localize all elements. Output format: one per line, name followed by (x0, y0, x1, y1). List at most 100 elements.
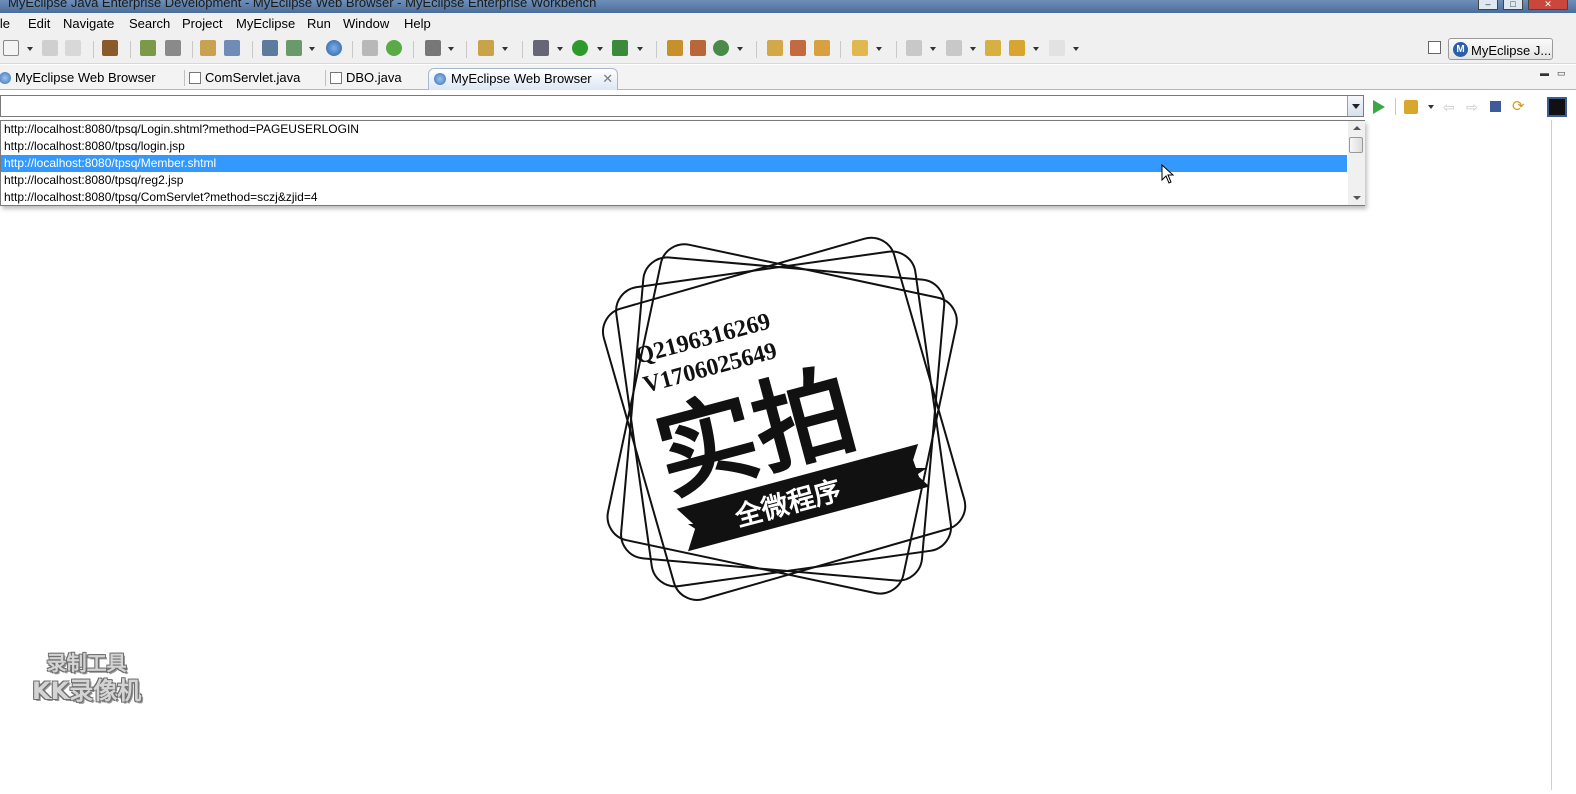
maximize-button[interactable]: □ (1503, 0, 1523, 10)
mouse-cursor-icon (1161, 164, 1175, 184)
chevron-down-icon[interactable] (637, 47, 643, 51)
menu-edit[interactable]: Edit (28, 16, 50, 31)
globe-icon[interactable] (326, 40, 342, 56)
url-input[interactable] (1, 96, 1341, 116)
menu-myeclipse[interactable]: MyEclipse (236, 16, 295, 31)
save-icon[interactable] (42, 40, 58, 56)
chevron-down-icon[interactable] (597, 47, 603, 51)
chevron-down-icon[interactable] (1073, 47, 1079, 51)
history-item[interactable]: http://localhost:8080/tpsq/login.jsp (1, 138, 1347, 155)
deploy-icon[interactable] (200, 40, 216, 56)
browser-edge-line (1551, 120, 1552, 790)
history-item-selected[interactable]: http://localhost:8080/tpsq/Member.shtml (1, 155, 1347, 172)
minimize-view-icon[interactable]: ▬ (1540, 68, 1549, 78)
chevron-down-icon[interactable] (737, 47, 743, 51)
next-annotation-icon[interactable] (906, 40, 922, 56)
run-icon[interactable] (572, 40, 588, 56)
tab-comservlet-java[interactable]: ComServlet.java (187, 68, 300, 90)
perspective-switcher[interactable]: M MyEclipse J... (1448, 38, 1553, 60)
last-edit-icon[interactable] (985, 40, 1001, 56)
favorites-icon[interactable] (1404, 100, 1418, 114)
menu-search[interactable]: Search (129, 16, 170, 31)
back-icon[interactable]: ⇦ (1443, 100, 1457, 114)
toolbar-separator (130, 41, 131, 58)
recorder-line2: KK录像机 (32, 677, 142, 705)
new-wizard-icon[interactable] (478, 40, 494, 56)
chevron-down-icon[interactable] (502, 47, 508, 51)
toolbar-separator (252, 41, 253, 58)
chevron-down-icon[interactable] (309, 47, 315, 51)
chevron-down-icon[interactable] (27, 47, 33, 51)
tab-separator (184, 70, 185, 86)
toolbar-separator (352, 41, 353, 58)
tab-web-browser-1[interactable]: MyEclipse Web Browser (0, 68, 156, 90)
scroll-thumb[interactable] (1349, 137, 1363, 153)
browser-toolbar: ⇦ ⇨ ⟳ (0, 92, 1576, 120)
open-perspective-icon[interactable] (1428, 41, 1441, 54)
chevron-down-icon[interactable] (970, 47, 976, 51)
menu-help[interactable]: Help (404, 16, 431, 31)
search-folder-icon[interactable] (852, 40, 868, 56)
tab-web-browser-active[interactable]: MyEclipse Web Browser ✕ (428, 68, 618, 90)
toolbar-separator (840, 41, 841, 58)
toolbar-separator (413, 41, 414, 58)
open-folder-icon[interactable] (767, 40, 783, 56)
close-tab-icon[interactable]: ✕ (602, 69, 613, 89)
new-class-icon[interactable] (667, 40, 683, 56)
rocket-icon[interactable] (790, 40, 806, 56)
url-history-dropdown: http://localhost:8080/tpsq/Login.shtml?m… (0, 120, 1365, 206)
scroll-down-icon[interactable] (1353, 196, 1361, 200)
go-icon[interactable] (1373, 100, 1385, 114)
refresh-icon[interactable]: ⟳ (1512, 99, 1526, 114)
chevron-down-icon[interactable] (448, 47, 454, 51)
image-icon[interactable] (425, 40, 441, 56)
history-item[interactable]: http://localhost:8080/tpsq/reg2.jsp (1, 172, 1347, 189)
forward-icon[interactable]: ⇨ (1466, 100, 1480, 114)
new-jsp-icon[interactable] (286, 40, 302, 56)
new-icon[interactable] (3, 40, 19, 56)
chevron-down-icon[interactable] (1033, 47, 1039, 51)
dropdown-scrollbar[interactable] (1348, 121, 1365, 205)
chevron-down-icon[interactable] (557, 47, 563, 51)
menu-project[interactable]: Project (182, 16, 222, 31)
url-combo[interactable] (0, 95, 1364, 117)
history-item[interactable]: http://localhost:8080/tpsq/ComServlet?me… (1, 189, 1347, 206)
url-dropdown-button[interactable] (1347, 96, 1363, 116)
chevron-down-icon[interactable] (876, 47, 882, 51)
tab-label: DBO.java (346, 70, 402, 85)
forward-icon[interactable] (1049, 40, 1065, 56)
package-icon[interactable] (102, 40, 118, 56)
stop-icon[interactable] (1490, 101, 1501, 112)
chevron-down-icon[interactable] (930, 47, 936, 51)
browse-icon[interactable] (224, 40, 240, 56)
chevron-down-icon[interactable] (1428, 105, 1434, 109)
tab-dbo-java[interactable]: DBO.java (328, 68, 402, 90)
menu-navigate[interactable]: Navigate (63, 16, 114, 31)
prev-annotation-icon[interactable] (946, 40, 962, 56)
debug-bug-icon[interactable] (140, 40, 156, 56)
open-type-icon[interactable] (362, 40, 378, 56)
external-tools-icon[interactable] (612, 40, 628, 56)
debug-icon[interactable] (533, 40, 549, 56)
menu-window[interactable]: Window (343, 16, 389, 31)
back-icon[interactable] (1009, 40, 1025, 56)
add-icon[interactable] (386, 40, 402, 56)
toolbar-separator (192, 41, 193, 58)
new-package-icon[interactable] (690, 40, 706, 56)
archive-icon[interactable] (814, 40, 830, 56)
close-window-button[interactable]: ✕ (1528, 0, 1568, 10)
server-icon[interactable] (165, 40, 181, 56)
maximize-view-icon[interactable]: ▭ (1557, 68, 1566, 79)
scroll-up-icon[interactable] (1353, 126, 1361, 130)
new-server-icon[interactable] (262, 40, 278, 56)
minimize-button[interactable]: – (1478, 0, 1498, 10)
menu-file[interactable]: File (0, 16, 10, 31)
tab-label: MyEclipse Web Browser (451, 71, 592, 86)
toolbar-button-icon[interactable] (1547, 97, 1567, 117)
java-file-icon (189, 72, 201, 84)
toolbar-separator (1395, 98, 1396, 115)
history-item[interactable]: http://localhost:8080/tpsq/Login.shtml?m… (1, 121, 1347, 138)
menu-run[interactable]: Run (307, 16, 331, 31)
save-all-icon[interactable] (65, 40, 81, 56)
refresh-icon[interactable] (713, 40, 729, 56)
